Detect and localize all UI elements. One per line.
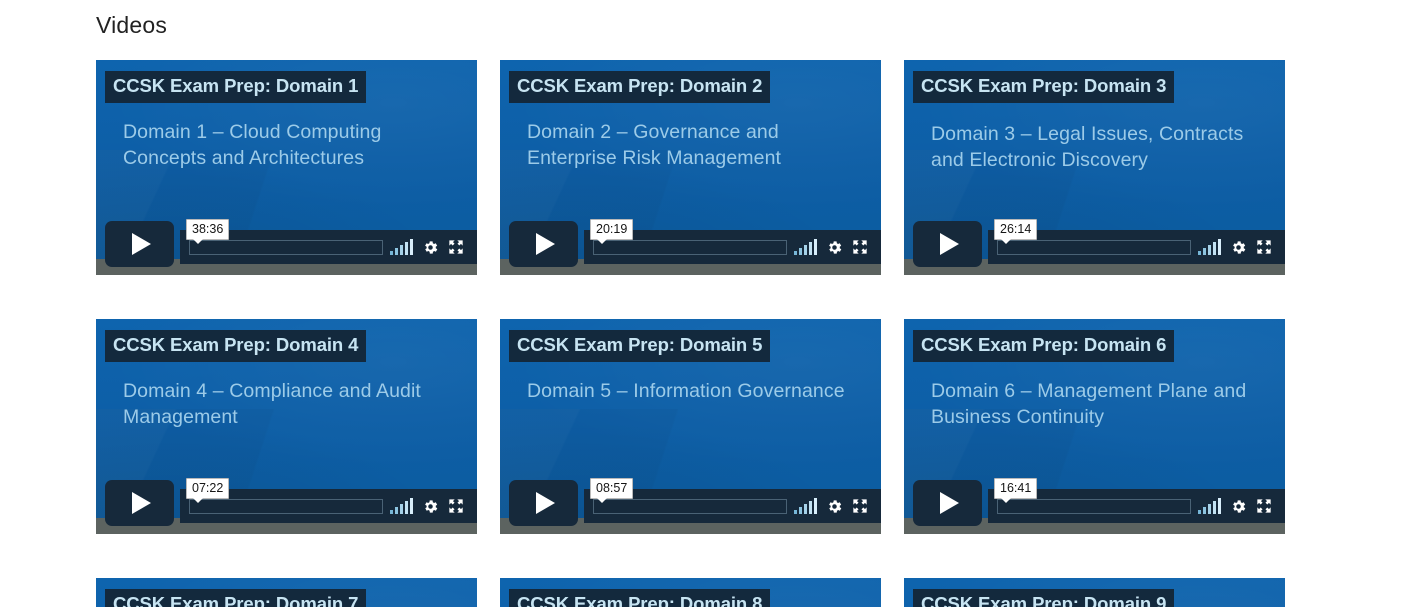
play-icon: [132, 233, 151, 255]
gear-icon[interactable]: [422, 498, 439, 515]
control-bar: 38:36: [180, 218, 477, 264]
control-bar: 20:19: [584, 218, 881, 264]
progress-bar[interactable]: 16:41: [994, 477, 1191, 523]
gear-icon[interactable]: [1230, 239, 1247, 256]
volume-bars-icon[interactable]: [1198, 497, 1221, 514]
play-button[interactable]: [105, 221, 174, 267]
video-card[interactable]: Copyright 2023 Intrinsec Security CCSK E…: [500, 578, 881, 607]
play-button[interactable]: [105, 480, 174, 526]
video-title: CCSK Exam Prep: Domain 9: [913, 589, 1175, 607]
slide-body-text: Domain 3 – Legal Issues, Contracts and E…: [931, 123, 1244, 171]
volume-bars-icon[interactable]: [390, 238, 413, 255]
fullscreen-icon[interactable]: [852, 239, 868, 255]
player-controls: 16:41: [913, 477, 1285, 534]
play-icon: [132, 492, 151, 514]
progress-track: [997, 239, 1191, 255]
duration-tooltip: 07:22: [186, 477, 230, 503]
video-title: CCSK Exam Prep: Domain 5: [509, 330, 771, 362]
video-card[interactable]: Copyright 2023 Intrinsec Security CCSK E…: [96, 578, 477, 607]
video-title: CCSK Exam Prep: Domain 3: [913, 71, 1175, 103]
video-title: CCSK Exam Prep: Domain 1: [105, 71, 367, 103]
progress-track: [593, 498, 787, 514]
control-icons: [1198, 497, 1285, 515]
progress-track: [189, 239, 383, 255]
video-card[interactable]: Copyright 2023 Intrinsec Security CCSK E…: [904, 319, 1285, 534]
player-controls: 20:19: [509, 218, 881, 275]
play-icon: [536, 492, 555, 514]
duration-tooltip: 38:36: [186, 218, 230, 244]
volume-bars-icon[interactable]: [1198, 238, 1221, 255]
slide-body-text: Domain 2 – Governance and Enterprise Ris…: [527, 121, 782, 169]
slide-body-text: Domain 4 – Compliance and Audit Manageme…: [123, 380, 421, 428]
control-bar: 08:57: [584, 477, 881, 523]
play-button[interactable]: [509, 480, 578, 526]
duration-tooltip: 08:57: [590, 477, 634, 503]
slide-body-text: Domain 5 – Information Governance: [527, 380, 845, 402]
video-card[interactable]: Copyright 2023 Intrinsec Security CCSK E…: [500, 60, 881, 275]
video-card[interactable]: Copyright 2023 Intrinsec Security CCSK E…: [500, 319, 881, 534]
control-icons: [794, 238, 881, 256]
progress-track: [189, 498, 383, 514]
control-bar: 16:41: [988, 477, 1285, 523]
slide-body-text: Domain 1 – Cloud Computing Concepts and …: [123, 121, 382, 169]
control-icons: [390, 238, 477, 256]
control-bar: 26:14: [988, 218, 1285, 264]
video-title: CCSK Exam Prep: Domain 2: [509, 71, 771, 103]
player-controls: 08:57: [509, 477, 881, 534]
video-title: CCSK Exam Prep: Domain 7: [105, 589, 367, 607]
control-bar: 07:22: [180, 477, 477, 523]
duration-tooltip: 26:14: [994, 218, 1038, 244]
video-title: CCSK Exam Prep: Domain 4: [105, 330, 367, 362]
video-title: CCSK Exam Prep: Domain 6: [913, 330, 1175, 362]
duration-tooltip: 20:19: [590, 218, 634, 244]
volume-bars-icon[interactable]: [794, 497, 817, 514]
fullscreen-icon[interactable]: [448, 239, 464, 255]
gear-icon[interactable]: [826, 239, 843, 256]
play-button[interactable]: [509, 221, 578, 267]
control-icons: [794, 497, 881, 515]
control-icons: [390, 497, 477, 515]
fullscreen-icon[interactable]: [1256, 239, 1272, 255]
gear-icon[interactable]: [826, 498, 843, 515]
video-card[interactable]: Copyright 2023 Intrinsec Security CCSK E…: [96, 60, 477, 275]
player-controls: 26:14: [913, 218, 1285, 275]
video-title: CCSK Exam Prep: Domain 8: [509, 589, 771, 607]
player-controls: 38:36: [105, 218, 477, 275]
videos-page: Videos Copyright 2023 Intrinsec Security…: [0, 0, 1420, 607]
control-icons: [1198, 238, 1285, 256]
duration-tooltip: 16:41: [994, 477, 1038, 503]
video-card[interactable]: Copyright 2023 Intrinsec Security CCSK E…: [904, 60, 1285, 275]
player-controls: 07:22: [105, 477, 477, 534]
page-title: Videos: [96, 12, 168, 38]
progress-bar[interactable]: 38:36: [186, 218, 383, 264]
gear-icon[interactable]: [422, 239, 439, 256]
progress-bar[interactable]: 07:22: [186, 477, 383, 523]
progress-bar[interactable]: 20:19: [590, 218, 787, 264]
fullscreen-icon[interactable]: [1256, 498, 1272, 514]
fullscreen-icon[interactable]: [852, 498, 868, 514]
play-button[interactable]: [913, 480, 982, 526]
play-icon: [536, 233, 555, 255]
fullscreen-icon[interactable]: [448, 498, 464, 514]
play-icon: [940, 233, 959, 255]
progress-bar[interactable]: 26:14: [994, 218, 1191, 264]
video-card[interactable]: Copyright 2023 Intrinsec Security CCSK E…: [96, 319, 477, 534]
video-grid: Copyright 2023 Intrinsec Security CCSK E…: [96, 60, 1286, 607]
play-icon: [940, 492, 959, 514]
video-card[interactable]: Copyright 2023 Intrinsec Security CCSK E…: [904, 578, 1285, 607]
volume-bars-icon[interactable]: [794, 238, 817, 255]
progress-track: [593, 239, 787, 255]
progress-bar[interactable]: 08:57: [590, 477, 787, 523]
play-button[interactable]: [913, 221, 982, 267]
gear-icon[interactable]: [1230, 498, 1247, 515]
volume-bars-icon[interactable]: [390, 497, 413, 514]
slide-body-text: Domain 6 – Management Plane and Business…: [931, 380, 1247, 428]
progress-track: [997, 498, 1191, 514]
